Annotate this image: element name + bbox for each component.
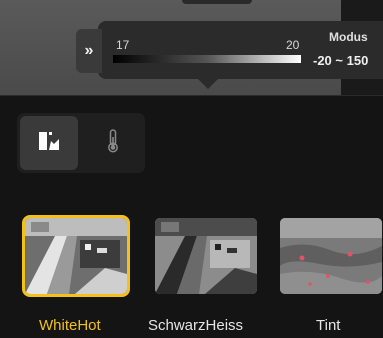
palette-list: WhiteHot SchwarzHeiss Tint (0, 215, 383, 338)
range-min-value: 17 (116, 38, 130, 52)
thermometer-icon (107, 128, 119, 158)
modus-value: -20 ~ 150 (313, 53, 369, 68)
popup-pointer (197, 78, 219, 89)
expand-button[interactable]: » (76, 29, 102, 73)
palette-thumb-whitehot[interactable] (22, 215, 130, 297)
palette-thumb-schwarzheiss[interactable] (155, 218, 257, 294)
palette-thumb-tint[interactable] (280, 218, 382, 294)
palette-icon (38, 131, 60, 156)
double-chevron-right-icon: » (84, 42, 94, 59)
mode-toggle-group (17, 113, 145, 173)
palette-mode-button[interactable] (20, 116, 78, 170)
modus-label: Modus (329, 30, 368, 44)
palette-label-tint[interactable]: Tint (316, 317, 340, 334)
range-max-value: 20 (286, 38, 300, 52)
palette-label-schwarzheiss[interactable]: SchwarzHeiss (148, 317, 243, 334)
temperature-mode-button[interactable] (84, 116, 142, 170)
palette-gradient-bar (113, 55, 301, 63)
top-handle (182, 0, 252, 4)
divider (0, 95, 383, 96)
palette-label-whitehot[interactable]: WhiteHot (39, 317, 101, 334)
